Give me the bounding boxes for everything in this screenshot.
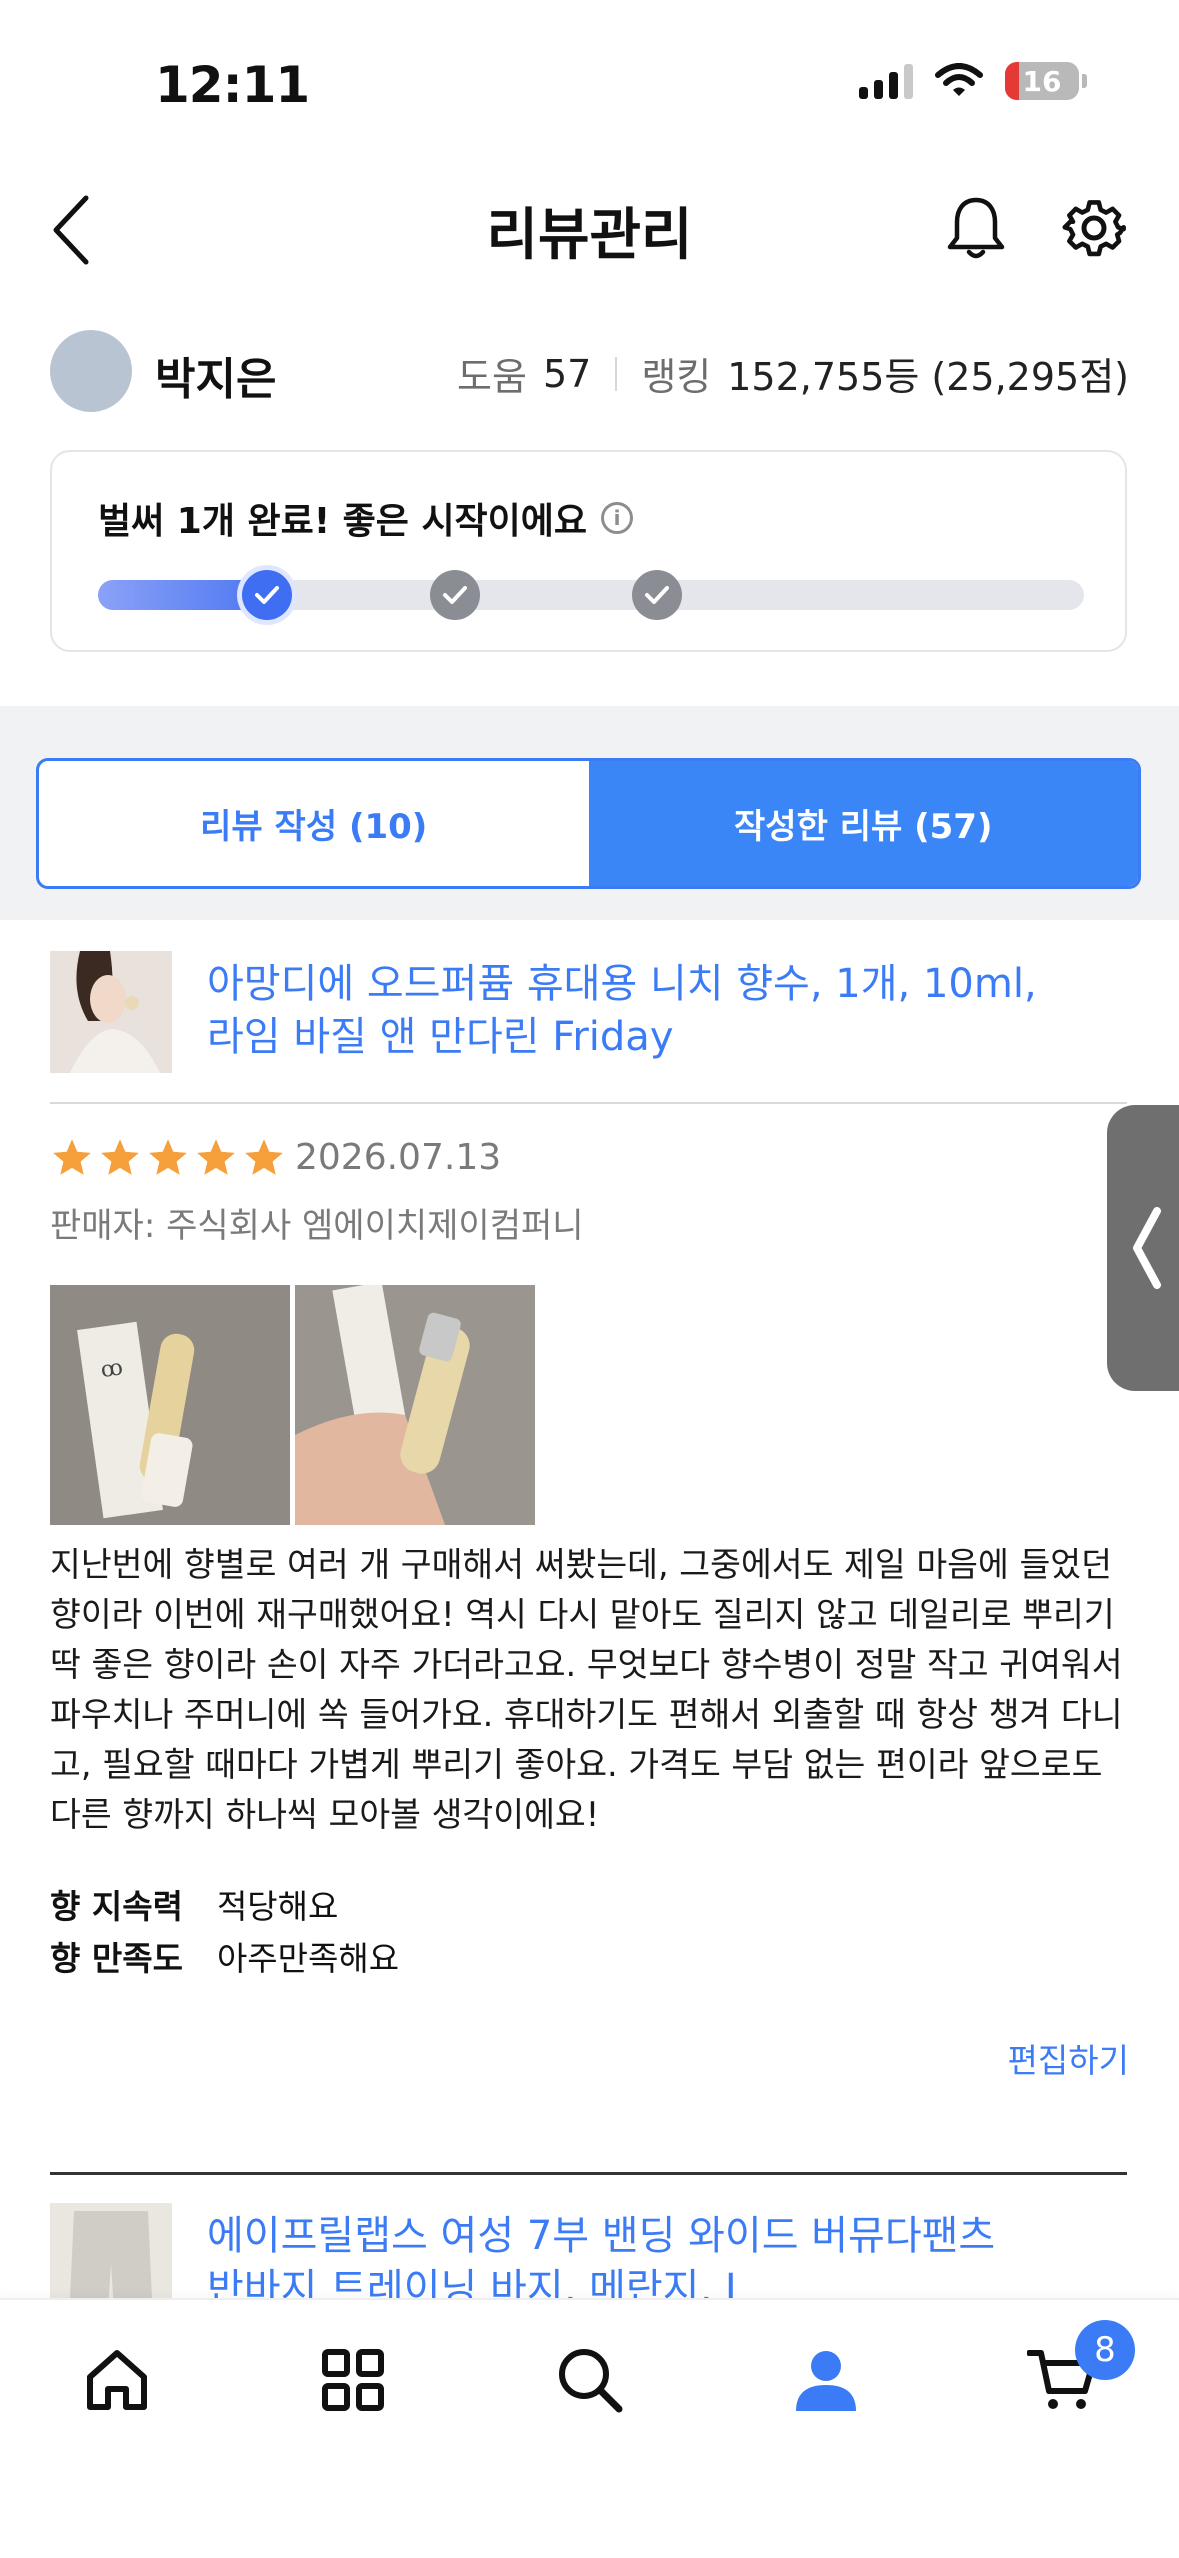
attribute-value: 적당해요 [216,1887,339,1926]
stats-divider [615,356,618,391]
product-title[interactable]: 아망디에 오드퍼퓸 휴대용 니치 향수, 1개, 10ml, 라임 바질 앤 만… [207,958,1107,1064]
status-indicators: 16 [859,62,1087,100]
ranking-value: 152,755등 (25,295점) [727,355,1129,399]
progress-card: 벌써 1개 완료! 좋은 시작이에요 i [50,450,1127,652]
review-photo-1[interactable]: ꝏ [50,1285,290,1525]
edit-review-link[interactable]: 편집하기 [1008,2034,1129,2082]
side-panel-handle[interactable] [1107,1105,1179,1391]
help-label: 도움 [457,355,527,399]
home-icon [87,2350,147,2410]
perfume-in-hand-photo [295,1285,535,1525]
category-icon [322,2349,384,2411]
user-name: 박지은 [155,354,277,405]
star-rating [50,1136,286,1180]
gear-icon[interactable] [1062,196,1126,260]
battery-level: 16 [1022,64,1062,98]
product-model-image [50,951,172,1073]
star-icon [101,1139,139,1175]
info-icon[interactable]: i [601,502,634,534]
progress-step-2 [430,570,480,620]
nav-search[interactable] [550,2340,630,2420]
divider [50,2172,1127,2175]
review-date: 2026.07.13 [295,1137,502,1178]
user-icon [796,2351,856,2411]
review-photo-2[interactable] [295,1285,535,1525]
product-thumbnail[interactable] [50,951,172,1073]
ranking-label: 랭킹 [641,355,712,399]
user-stats: 도움 57 랭킹 152,755등 (25,295점) [457,346,1129,401]
tab-write-review[interactable]: 리뷰 작성 (10) [39,761,589,886]
check-icon [645,586,669,604]
progress-message: 벌써 1개 완료! 좋은 시작이에요 i [98,492,634,544]
progress-message-text: 벌써 1개 완료! 좋은 시작이에요 [98,501,588,542]
check-icon [443,586,467,604]
status-time: 12:11 [155,56,310,114]
divider [50,1102,1127,1104]
avatar[interactable] [50,330,132,412]
attribute-longevity: 향 지속력 적당해요 [50,1880,338,1928]
progress-step-3 [632,570,682,620]
tab-written-reviews[interactable]: 작성한 리뷰 (57) [588,761,1138,886]
search-icon [559,2349,623,2413]
progress-step-1 [242,570,292,620]
review-text: 지난번에 향별로 여러 개 구매해서 써봤는데, 그중에서도 제일 마음에 들었… [50,1545,1123,1834]
battery-icon: 16 [1005,62,1087,100]
product-title-line2: 라임 바질 앤 만다린 Friday [207,1014,674,1060]
attribute-label: 향 만족도 [50,1939,183,1978]
nav-my-page[interactable] [786,2340,866,2420]
product-title-line1: 아망디에 오드퍼퓸 휴대용 니치 향수, 1개, 10ml, [207,961,1037,1007]
attribute-value: 아주만족해요 [216,1939,400,1978]
help-count: 57 [542,351,592,396]
star-icon [245,1139,283,1175]
attribute-satisfaction: 향 만족도 아주만족해요 [50,1932,399,1980]
check-icon [255,586,279,604]
svg-text:ꝏ: ꝏ [99,1355,124,1383]
star-icon [149,1139,187,1175]
cellular-signal-icon [859,63,913,99]
wifi-icon [935,63,983,96]
attribute-label: 향 지속력 [50,1887,183,1926]
nav-home[interactable] [77,2340,157,2420]
chevron-left-icon [1133,1207,1161,1289]
bottom-nav [0,2298,1179,2558]
bell-icon[interactable] [945,194,1007,262]
nav-category[interactable] [313,2340,393,2420]
star-icon [53,1139,91,1175]
seller-name: 판매자: 주식회사 엠에이치제이컴퍼니 [50,1206,584,1246]
star-icon [197,1139,235,1175]
perfume-box-photo: ꝏ [50,1285,290,1525]
product-title-2-line1: 에이프릴랩스 여성 7부 밴딩 와이드 버뮤다팬츠 [207,2213,996,2259]
review-tabs: 리뷰 작성 (10) 작성한 리뷰 (57) [36,758,1141,889]
cart-badge: 8 [1075,2320,1135,2380]
